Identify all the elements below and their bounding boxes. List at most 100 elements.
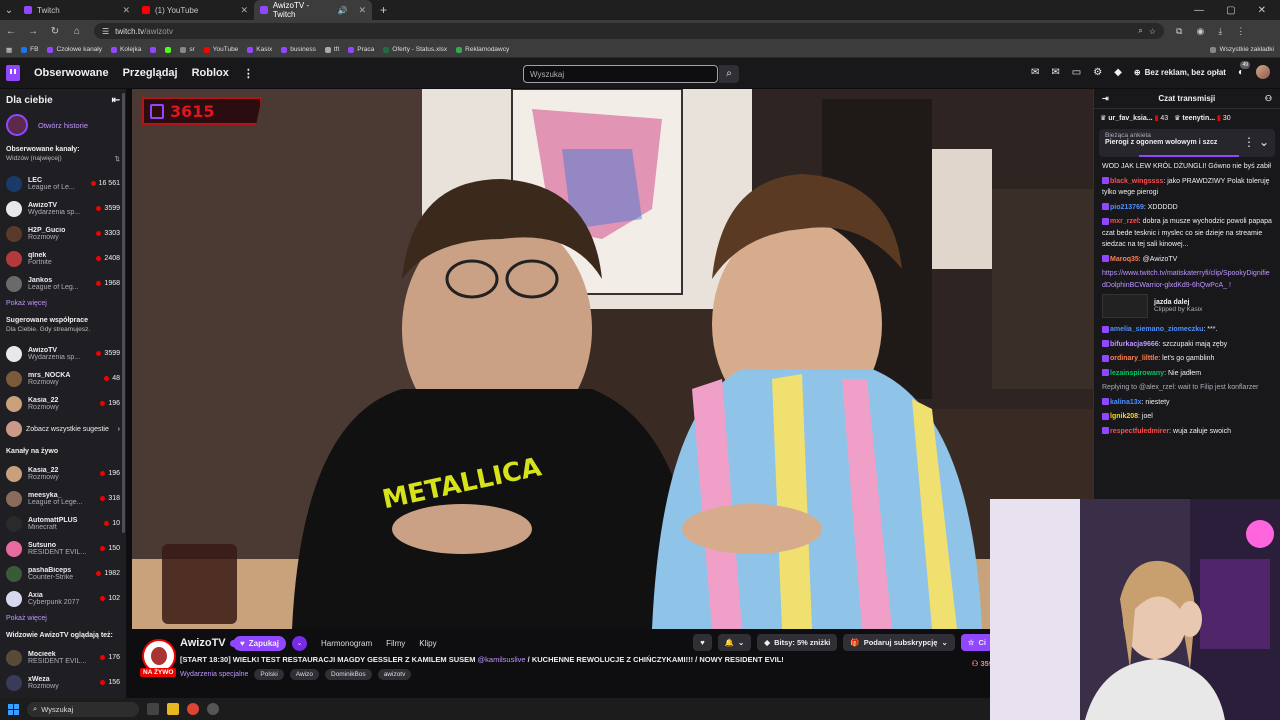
collapse-icon[interactable]: ⇤ bbox=[112, 95, 120, 106]
bookmark-youtube[interactable]: YouTube bbox=[203, 46, 238, 53]
chat-username[interactable]: Maroq35 bbox=[1110, 256, 1139, 263]
channel-name[interactable]: AwizoTV bbox=[180, 637, 237, 649]
chrome-icon[interactable] bbox=[187, 703, 199, 715]
minimize-icon[interactable]: — bbox=[1194, 5, 1204, 16]
task-view-icon[interactable] bbox=[147, 703, 159, 715]
browser-tab-3[interactable]: AwizoTV - Twitch 🔊 ✕ bbox=[254, 0, 372, 20]
url-field[interactable]: ☰ twitch.tv/awizotv ⌕ ☆ bbox=[94, 23, 1164, 39]
mention-link[interactable]: @kamilsuslive bbox=[478, 655, 526, 664]
sidebar-channel-item[interactable]: qlnek Fortnite 2408 bbox=[6, 246, 120, 271]
chevron-down-icon[interactable]: ⌄ bbox=[1259, 135, 1269, 149]
chat-username[interactable]: lgnik208 bbox=[1110, 413, 1138, 420]
sidebar-channel-item[interactable]: AutomattPLUS Minecraft 10 bbox=[6, 511, 120, 536]
tab-close-icon[interactable]: ✕ bbox=[122, 5, 130, 16]
bookmark-praca[interactable]: Praca bbox=[348, 46, 374, 53]
tab-clips[interactable]: Klipy bbox=[419, 639, 436, 648]
tag[interactable]: Awizo bbox=[289, 669, 319, 680]
close-window-icon[interactable]: ✕ bbox=[1258, 5, 1266, 16]
favorite-button[interactable]: ♥ bbox=[693, 634, 712, 651]
chat-username[interactable]: mxr_rzel bbox=[1110, 218, 1139, 225]
sidebar-channel-item[interactable]: Mocieek RESIDENT EVIL... 176 bbox=[6, 645, 120, 670]
chat-username[interactable]: lezainspirowany bbox=[1110, 370, 1164, 377]
clip-preview[interactable]: jazda dalej Clipped by Kasix bbox=[1102, 294, 1272, 318]
file-explorer-icon[interactable] bbox=[167, 703, 179, 715]
see-all-button[interactable]: Zobacz wszystkie sugestie › bbox=[6, 416, 120, 442]
tab-schedule[interactable]: Harmonogram bbox=[321, 639, 372, 648]
tag[interactable]: awizotv bbox=[377, 669, 412, 680]
tab-menu-icon[interactable]: ⌄ bbox=[4, 5, 14, 16]
chat-username[interactable]: bifurkacja9666 bbox=[1110, 341, 1159, 348]
leader-entry[interactable]: ♛ ur_fav_ksia... ▮ 43 bbox=[1100, 114, 1168, 122]
sidebar-channel-item[interactable]: Axia Cyberpunk 2077 102 bbox=[6, 586, 120, 611]
show-more-link[interactable]: Pokaż więcej bbox=[6, 615, 120, 622]
prime-icon[interactable]: ◆ bbox=[1114, 67, 1122, 78]
tab-videos[interactable]: Filmy bbox=[386, 639, 405, 648]
sidebar-channel-item[interactable]: Kasia_22 Rozmowy 196 bbox=[6, 391, 120, 416]
inbox-icon[interactable]: ✉ bbox=[1031, 67, 1039, 78]
bookmark-tft[interactable]: tft bbox=[324, 46, 339, 53]
windows-start-icon[interactable] bbox=[8, 703, 19, 715]
sidebar-channel-item[interactable]: LEC League of Le... 16 561 bbox=[6, 171, 120, 196]
sidebar-channel-item[interactable]: xWeza Rozmowy 156 bbox=[6, 670, 120, 695]
nav-roblox[interactable]: Roblox bbox=[192, 67, 229, 79]
chat-bubble-icon[interactable]: ▭ bbox=[1072, 67, 1081, 78]
chat-username[interactable]: respectfuledmirer bbox=[1110, 428, 1169, 435]
zoom-icon[interactable]: ⌕ bbox=[1138, 26, 1142, 36]
twitch-logo-icon[interactable] bbox=[6, 65, 20, 81]
obs-icon[interactable] bbox=[207, 703, 219, 715]
chat-username[interactable]: ordinary_lilttle bbox=[1110, 355, 1158, 362]
gift-sub-button[interactable]: 🎁 Podaruj subskrypcję ⌄ bbox=[843, 634, 955, 651]
tab-close-icon[interactable]: ✕ bbox=[358, 5, 366, 16]
bookmark-sr[interactable]: sr bbox=[180, 46, 195, 53]
sidebar-channel-item[interactable]: pashaBiceps Counter-Strike 1982 bbox=[6, 561, 120, 586]
downloads-icon[interactable]: ⤓ bbox=[1218, 26, 1222, 37]
collapse-chat-icon[interactable]: ⇥ bbox=[1102, 94, 1109, 103]
bookmark-czolowe[interactable]: Czołowe kanały bbox=[47, 46, 102, 53]
adfree-button[interactable]: ⊕ Bez reklam, bez opłat bbox=[1134, 68, 1226, 77]
back-icon[interactable]: ← bbox=[6, 26, 16, 37]
notifications-icon[interactable]: ◐ 49 bbox=[1238, 60, 1250, 78]
follow-button[interactable]: ♥ Zapukaj bbox=[233, 636, 286, 651]
sort-icon[interactable]: ⇅ bbox=[115, 155, 120, 163]
drops-icon[interactable]: ⚙ bbox=[1093, 67, 1102, 78]
menu-icon[interactable]: ⋮ bbox=[1236, 26, 1245, 37]
notify-button[interactable]: 🔔 ⌄ bbox=[717, 634, 752, 651]
sidebar-channel-item[interactable]: AwizoTV Wydarzenia sp... 3599 bbox=[6, 196, 120, 221]
bookmark-fb[interactable]: FB bbox=[21, 46, 38, 53]
tag[interactable]: DominikBos bbox=[325, 669, 372, 680]
bookmark-twitch[interactable] bbox=[150, 46, 157, 53]
poll-banner[interactable]: Bieżąca ankieta Pierogi z ogonem wołowym… bbox=[1099, 129, 1275, 157]
sidebar-channel-item[interactable]: H2P_Gucio Rozmowy 3303 bbox=[6, 221, 120, 246]
video-player[interactable]: METALLICA bbox=[132, 89, 1093, 629]
browser-tab-1[interactable]: Twitch ✕ bbox=[18, 0, 136, 20]
history-button[interactable]: Otwórz historie bbox=[6, 114, 120, 136]
category-link[interactable]: Wydarzenia specjalne bbox=[180, 671, 248, 678]
bookmark-reklamodawcy[interactable]: Reklamodawcy bbox=[456, 46, 509, 53]
show-more-link[interactable]: Pokaż więcej bbox=[6, 300, 120, 307]
chat-text[interactable]: https://www.twitch.tv/matiskaterryfi/cli… bbox=[1102, 270, 1270, 289]
bookmark-business[interactable]: business bbox=[281, 46, 316, 53]
all-bookmarks[interactable]: Wszystkie zakładki bbox=[1210, 46, 1274, 53]
sidebar-channel-item[interactable]: AwizoTV Wydarzenia sp... 3599 bbox=[6, 341, 120, 366]
chat-username[interactable]: pio213769 bbox=[1110, 204, 1144, 211]
bookmark-kolejka[interactable]: Kolejka bbox=[111, 46, 141, 53]
tab-close-icon[interactable]: ✕ bbox=[240, 5, 248, 16]
new-tab-icon[interactable]: + bbox=[372, 3, 395, 17]
user-avatar[interactable] bbox=[1256, 65, 1270, 79]
taskbar-search[interactable]: ⌕ Wyszukaj bbox=[27, 701, 139, 717]
bookmark-oferty[interactable]: Oferty - Status.xlsx bbox=[383, 46, 447, 53]
bits-button[interactable]: ◆ Bitsy: 5% zniżki bbox=[757, 634, 838, 651]
chat-username[interactable]: amelia_siemano_ziomeczku bbox=[1110, 326, 1203, 333]
nav-following[interactable]: Obserwowane bbox=[34, 67, 109, 79]
sidebar-channel-item[interactable]: Sutsuno RESIDENT EVIL... 150 bbox=[6, 536, 120, 561]
users-icon[interactable]: ⚇ bbox=[1265, 94, 1272, 103]
subscribe-button[interactable]: ☆ Ci bbox=[960, 634, 993, 651]
sidebar-scrollbar[interactable] bbox=[122, 93, 125, 533]
bookmark-kasix[interactable]: Kasix bbox=[247, 46, 272, 53]
bookmark-kick[interactable] bbox=[165, 46, 172, 53]
sidebar-channel-item[interactable]: Jankos League of Leg... 1968 bbox=[6, 271, 120, 296]
site-info-icon[interactable]: ☰ bbox=[102, 27, 109, 36]
extensions-icon[interactable]: ⧉ bbox=[1176, 26, 1182, 37]
whispers-icon[interactable]: ✉ bbox=[1051, 67, 1059, 78]
chat-username[interactable]: kalina13x bbox=[1110, 399, 1142, 406]
